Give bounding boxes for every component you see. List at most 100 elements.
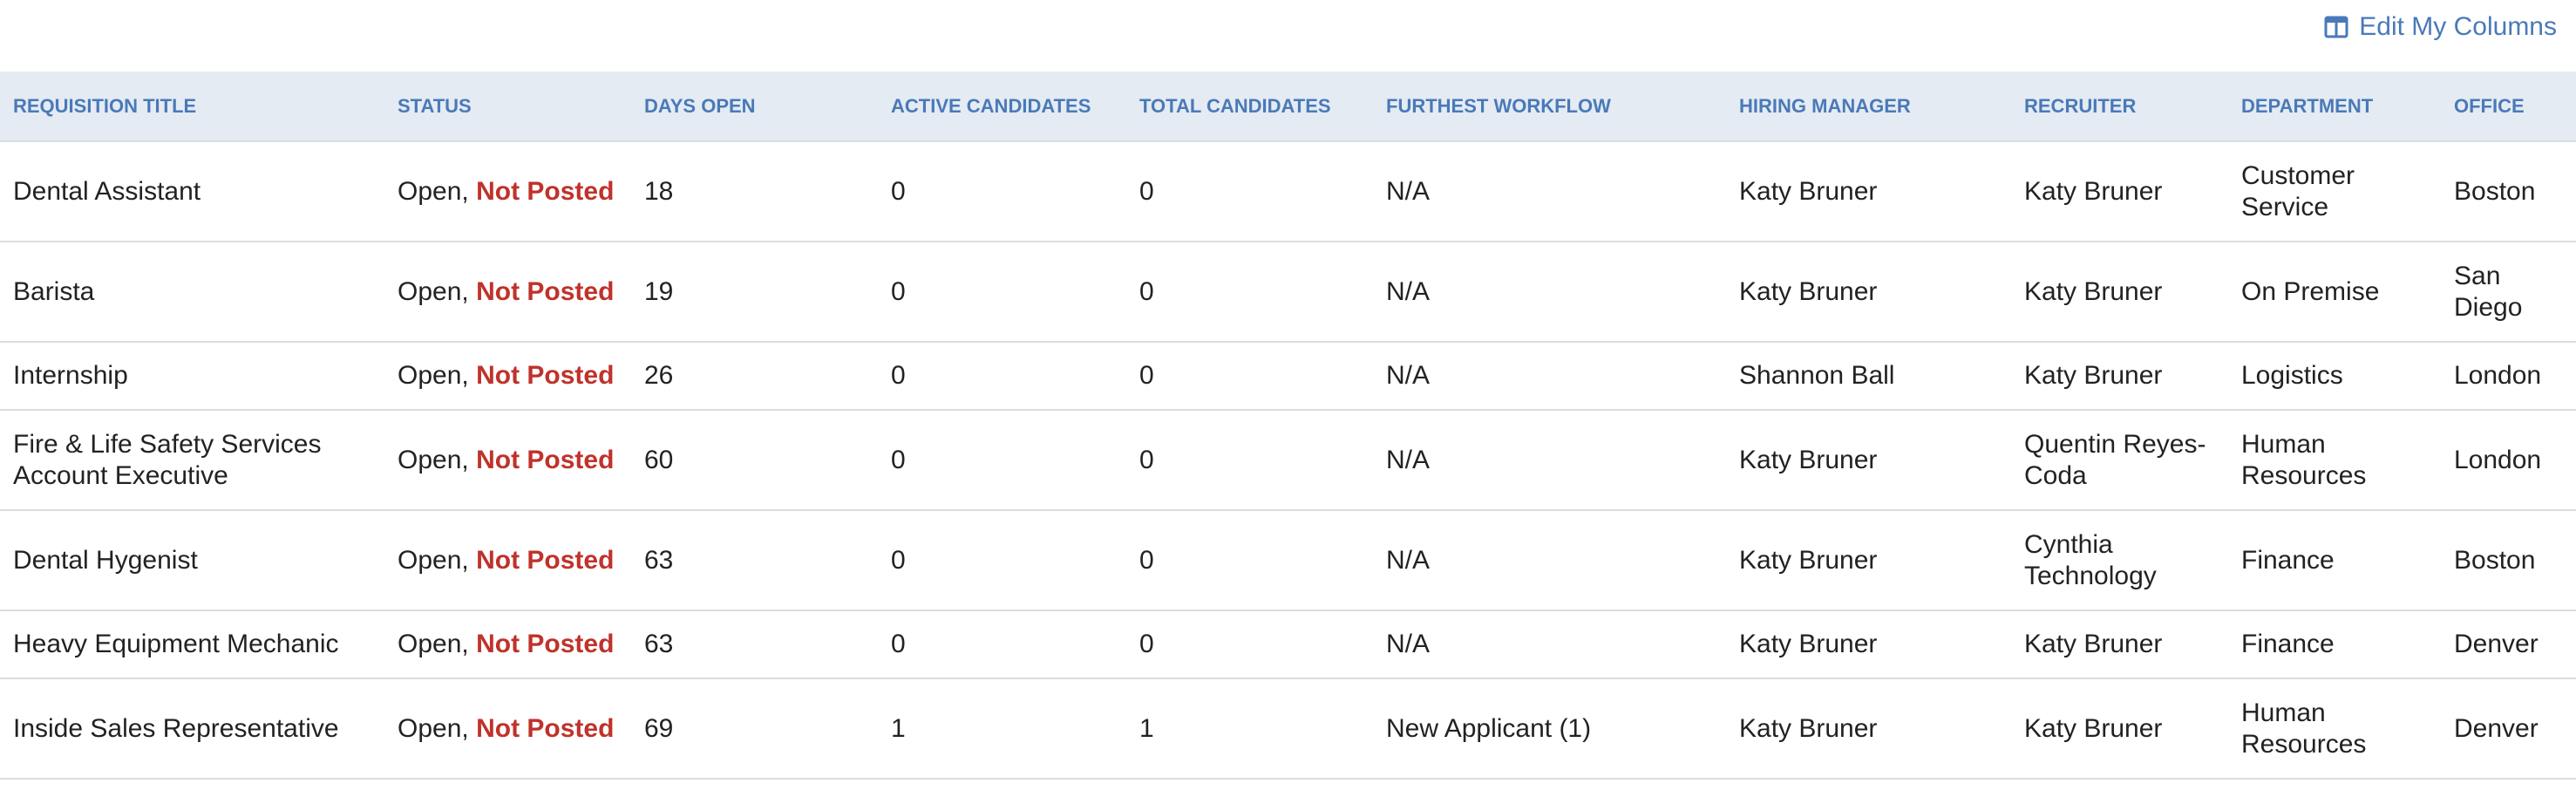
department-cell: Finance [2228,610,2441,679]
requisition-title-cell[interactable]: Heavy Equipment Mechanic [0,610,384,679]
status-cell: Open, Not Posted [384,141,631,242]
office-cell: Denver [2441,610,2576,679]
days-open-cell: 69 [631,678,878,780]
toolbar: Edit My Columns [0,0,2576,72]
column-header-furthest-workflow[interactable]: FURTHEST WORKFLOW [1373,72,1726,142]
requisition-title-cell[interactable]: Fire & Life Safety Services Account Exec… [0,410,384,511]
furthest-workflow-cell: N/A [1373,410,1726,511]
status-text: Open, [398,713,469,743]
status-cell: Open, Not Posted [384,410,631,511]
days-open-cell: 63 [631,510,878,611]
active-candidates-cell: 0 [878,410,1126,511]
status-badge: Not Posted [476,630,615,658]
hiring-manager-cell: Katy Bruner [1726,510,2011,611]
column-header-office[interactable]: OFFICE [2441,72,2576,142]
edit-columns-label: Edit My Columns [2359,12,2557,41]
columns-icon [2324,15,2348,39]
total-candidates-cell: 0 [1126,242,1373,343]
office-cell: San Diego [2441,242,2576,343]
hiring-manager-cell: Katy Bruner [1726,141,2011,242]
column-header-active-candidates[interactable]: ACTIVE CANDIDATES [878,72,1126,142]
table-row[interactable]: Dental Hygenist Open, Not Posted 63 0 0 … [0,510,2576,611]
status-text: Open, [398,276,469,306]
department-cell: Customer Service [2228,141,2441,242]
days-open-cell: 26 [631,342,878,411]
office-cell: Boston [2441,141,2576,242]
office-cell: London [2441,342,2576,411]
recruiter-cell: Quentin Reyes-Coda [2011,410,2228,511]
requisition-title-cell[interactable]: Dental Hygenist [0,510,384,611]
total-candidates-cell: 1 [1126,678,1373,780]
recruiter-cell: Katy Bruner [2011,342,2228,411]
requisition-title-cell[interactable]: Inside Sales Representative [0,678,384,780]
table-header-row: REQUISITION TITLE STATUS DAYS OPEN ACTIV… [0,72,2576,142]
total-candidates-cell: 0 [1126,342,1373,411]
requisition-title-cell[interactable]: Dental Assistant [0,141,384,242]
table-row[interactable]: Dental Assistant Open, Not Posted 18 0 0… [0,141,2576,242]
status-text: Open, [398,361,469,390]
hiring-manager-cell: Katy Bruner [1726,678,2011,780]
hiring-manager-cell: Katy Bruner [1726,242,2011,343]
column-header-recruiter[interactable]: RECRUITER [2011,72,2228,142]
days-open-cell: 63 [631,610,878,679]
table-row[interactable]: Inside Sales Representative Open, Not Po… [0,678,2576,780]
furthest-workflow-cell: N/A [1373,242,1726,343]
status-text: Open, [398,176,469,206]
furthest-workflow-cell: N/A [1373,510,1726,611]
days-open-cell: 60 [631,410,878,511]
column-header-status[interactable]: STATUS [384,72,631,142]
column-header-days-open[interactable]: DAYS OPEN [631,72,878,142]
department-cell: Finance [2228,510,2441,611]
requisitions-table: REQUISITION TITLE STATUS DAYS OPEN ACTIV… [0,72,2576,780]
recruiter-cell: Katy Bruner [2011,141,2228,242]
active-candidates-cell: 0 [878,342,1126,411]
active-candidates-cell: 0 [878,510,1126,611]
requisition-title-cell[interactable]: Internship [0,342,384,411]
status-text: Open, [398,445,469,474]
status-badge: Not Posted [476,361,615,390]
department-cell: On Premise [2228,242,2441,343]
days-open-cell: 18 [631,141,878,242]
total-candidates-cell: 0 [1126,510,1373,611]
status-cell: Open, Not Posted [384,242,631,343]
active-candidates-cell: 0 [878,141,1126,242]
table-row[interactable]: Barista Open, Not Posted 19 0 0 N/A Katy… [0,242,2576,343]
total-candidates-cell: 0 [1126,410,1373,511]
active-candidates-cell: 0 [878,610,1126,679]
furthest-workflow-cell: N/A [1373,342,1726,411]
table-row[interactable]: Internship Open, Not Posted 26 0 0 N/A S… [0,342,2576,411]
department-cell: Human Resources [2228,410,2441,511]
hiring-manager-cell: Katy Bruner [1726,610,2011,679]
status-cell: Open, Not Posted [384,342,631,411]
office-cell: Boston [2441,510,2576,611]
status-cell: Open, Not Posted [384,510,631,611]
recruiter-cell: Katy Bruner [2011,242,2228,343]
edit-columns-button[interactable]: Edit My Columns [2324,12,2557,42]
total-candidates-cell: 0 [1126,610,1373,679]
column-header-total-candidates[interactable]: TOTAL CANDIDATES [1126,72,1373,142]
recruiter-cell: Katy Bruner [2011,610,2228,679]
status-cell: Open, Not Posted [384,610,631,679]
table-row[interactable]: Fire & Life Safety Services Account Exec… [0,410,2576,511]
column-header-requisition-title[interactable]: REQUISITION TITLE [0,72,384,142]
recruiter-cell: Katy Bruner [2011,678,2228,780]
department-cell: Logistics [2228,342,2441,411]
requisition-title-cell[interactable]: Barista [0,242,384,343]
column-header-department[interactable]: DEPARTMENT [2228,72,2441,142]
status-text: Open, [398,630,469,658]
column-header-hiring-manager[interactable]: HIRING MANAGER [1726,72,2011,142]
status-cell: Open, Not Posted [384,678,631,780]
active-candidates-cell: 0 [878,242,1126,343]
status-badge: Not Posted [476,545,615,575]
status-badge: Not Posted [476,176,615,206]
status-badge: Not Posted [476,445,615,474]
active-candidates-cell: 1 [878,678,1126,780]
days-open-cell: 19 [631,242,878,343]
department-cell: Human Resources [2228,678,2441,780]
hiring-manager-cell: Shannon Ball [1726,342,2011,411]
status-badge: Not Posted [476,713,615,743]
office-cell: Denver [2441,678,2576,780]
furthest-workflow-cell: N/A [1373,141,1726,242]
table-row[interactable]: Heavy Equipment Mechanic Open, Not Poste… [0,610,2576,679]
status-badge: Not Posted [476,276,615,306]
